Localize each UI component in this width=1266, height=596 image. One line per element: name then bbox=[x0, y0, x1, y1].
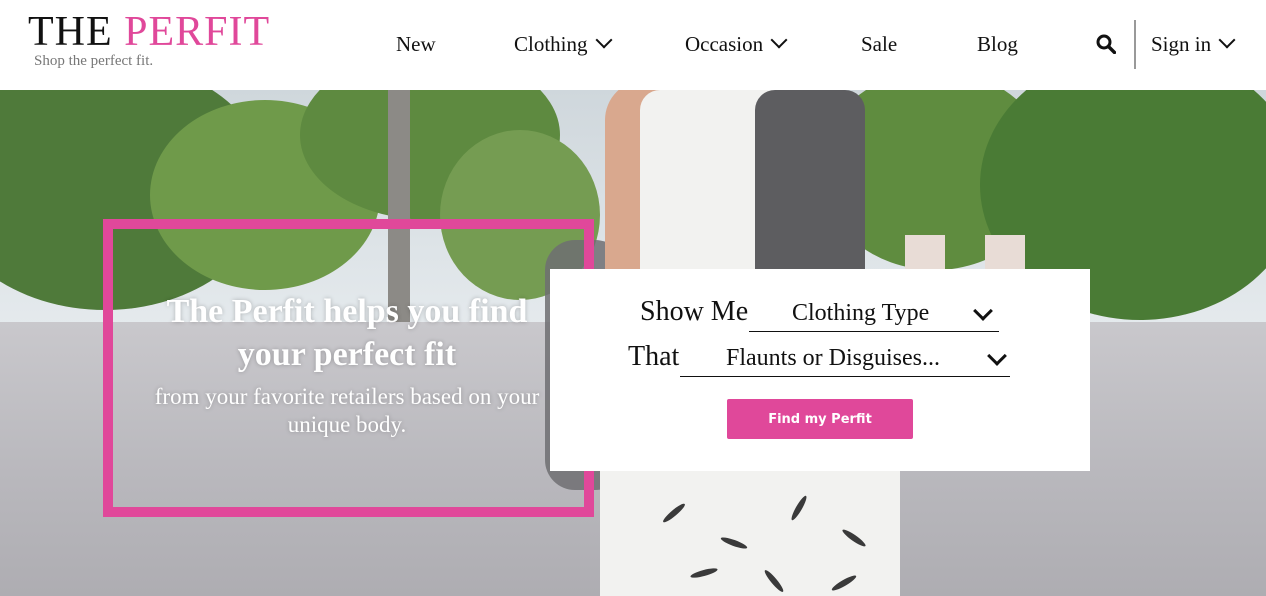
hero-subheadline: from your favorite retailers based on yo… bbox=[154, 384, 540, 437]
nav-new-label: New bbox=[396, 32, 436, 56]
hero-headline: The Perfit helps you find your perfect f… bbox=[166, 293, 528, 373]
fit-finder-card: Show Me Clothing Type That Flaunts or Di… bbox=[550, 269, 1090, 471]
nav-sale[interactable]: Sale bbox=[861, 31, 897, 57]
chevron-down-icon bbox=[1218, 31, 1236, 49]
hero-banner: The Perfit helps you find your perfect f… bbox=[0, 90, 1266, 596]
nav-divider bbox=[1134, 20, 1136, 69]
nav-occasion[interactable]: Occasion bbox=[685, 31, 788, 57]
site-header: THE PERFIT Shop the perfect fit. New Clo… bbox=[0, 0, 1266, 90]
nav-occasion-label: Occasion bbox=[685, 32, 764, 56]
logo[interactable]: THE PERFIT Shop the perfect fit. bbox=[28, 10, 270, 69]
nav-blog[interactable]: Blog bbox=[977, 31, 1018, 57]
clothing-type-select[interactable]: Clothing Type bbox=[749, 297, 999, 332]
nav-sale-label: Sale bbox=[861, 32, 898, 56]
flaunts-disguises-select[interactable]: Flaunts or Disguises... bbox=[680, 342, 1010, 377]
logo-wordmark: THE PERFIT bbox=[28, 10, 270, 54]
tagline: Shop the perfect fit. bbox=[34, 53, 154, 69]
that-label: That bbox=[628, 341, 680, 372]
nav-blog-label: Blog bbox=[977, 32, 1018, 56]
chevron-down-icon bbox=[595, 31, 613, 49]
logo-the: THE bbox=[28, 9, 113, 55]
nav-clothing-label: Clothing bbox=[514, 32, 588, 56]
flaunts-disguises-value: Flaunts or Disguises... bbox=[726, 345, 941, 371]
chevron-down-icon bbox=[770, 31, 788, 49]
search-icon[interactable] bbox=[1096, 34, 1116, 54]
nav-new[interactable]: New bbox=[396, 31, 436, 57]
sign-in-label: Sign in bbox=[1151, 32, 1212, 56]
show-me-label: Show Me bbox=[640, 296, 749, 327]
find-my-perfit-label: Find my Perfit bbox=[768, 411, 872, 427]
chevron-down-icon bbox=[987, 346, 1007, 366]
nav-clothing[interactable]: Clothing bbox=[514, 31, 613, 57]
sign-in-menu[interactable]: Sign in bbox=[1151, 31, 1236, 57]
logo-perfit: PERFIT bbox=[124, 9, 271, 55]
clothing-type-value: Clothing Type bbox=[792, 300, 930, 326]
chevron-down-icon bbox=[973, 301, 993, 321]
find-my-perfit-button[interactable]: Find my Perfit bbox=[727, 399, 913, 439]
